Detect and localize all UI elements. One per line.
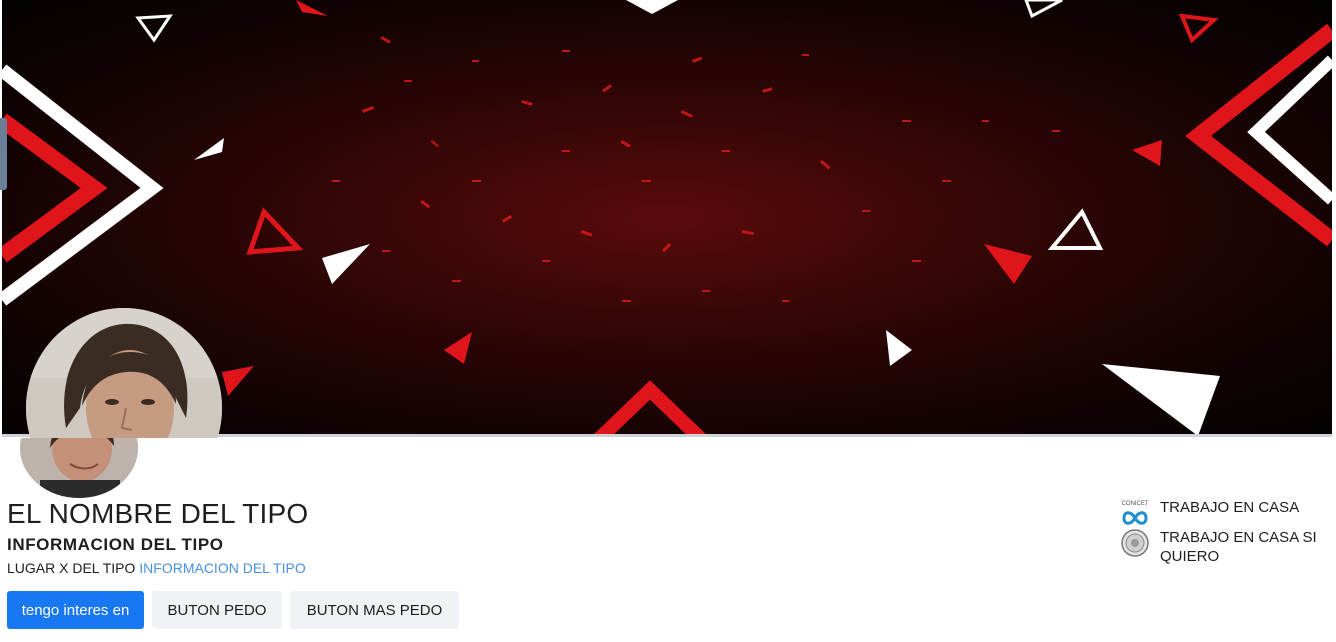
- buton-mas-pedo-button[interactable]: BUTON MAS PEDO: [290, 591, 459, 629]
- buton-pedo-button[interactable]: BUTON PEDO: [152, 591, 282, 629]
- affiliation-label: TRABAJO EN CASA: [1160, 499, 1300, 516]
- affiliation-item[interactable]: TRABAJO EN CASA SI QUIERO: [1120, 528, 1332, 566]
- location-text: LUGAR X DEL TIPO: [7, 560, 136, 576]
- profile-location: LUGAR X DEL TIPO INFORMACION DEL TIPO: [7, 560, 306, 576]
- affiliation-item[interactable]: CONICET TRABAJO EN CASA: [1120, 498, 1299, 528]
- interest-button[interactable]: tengo interes en: [7, 591, 144, 629]
- side-drawer-handle[interactable]: [0, 118, 7, 190]
- profile-name: EL NOMBRE DEL TIPO: [7, 498, 309, 529]
- location-info-link[interactable]: INFORMACION DEL TIPO: [139, 560, 305, 576]
- university-seal-icon: [1121, 529, 1149, 557]
- conicet-caption: CONICET: [1122, 501, 1149, 507]
- conicet-logo-icon: CONICET: [1122, 501, 1149, 525]
- profile-subtitle: INFORMACION DEL TIPO: [7, 535, 224, 554]
- affiliation-label: TRABAJO EN CASA SI QUIERO: [1160, 529, 1317, 565]
